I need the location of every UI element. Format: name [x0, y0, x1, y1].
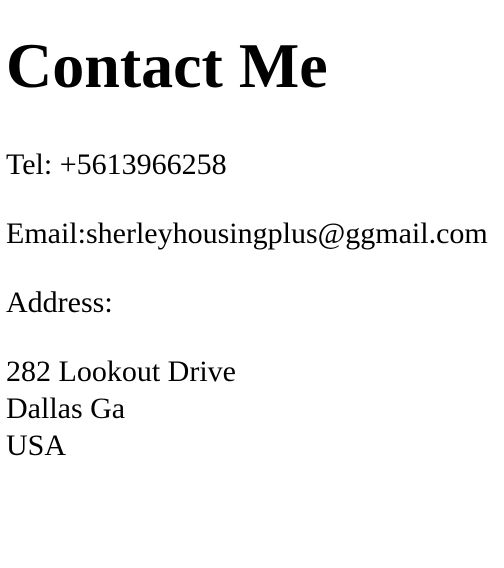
- address-line-2: Dallas Ga: [6, 392, 126, 425]
- telephone-text: Tel: +5613966258: [6, 148, 227, 181]
- contact-page: Contact Me Tel: +5613966258 Email:sherle…: [0, 0, 504, 568]
- email-text: Email:sherleyhousingplus@ggmail.com: [6, 217, 488, 250]
- address-label: Address:: [6, 286, 113, 319]
- address-line-1: 282 Lookout Drive: [6, 355, 236, 388]
- address-line-3: USA: [6, 429, 67, 462]
- page-title: Contact Me: [6, 30, 328, 101]
